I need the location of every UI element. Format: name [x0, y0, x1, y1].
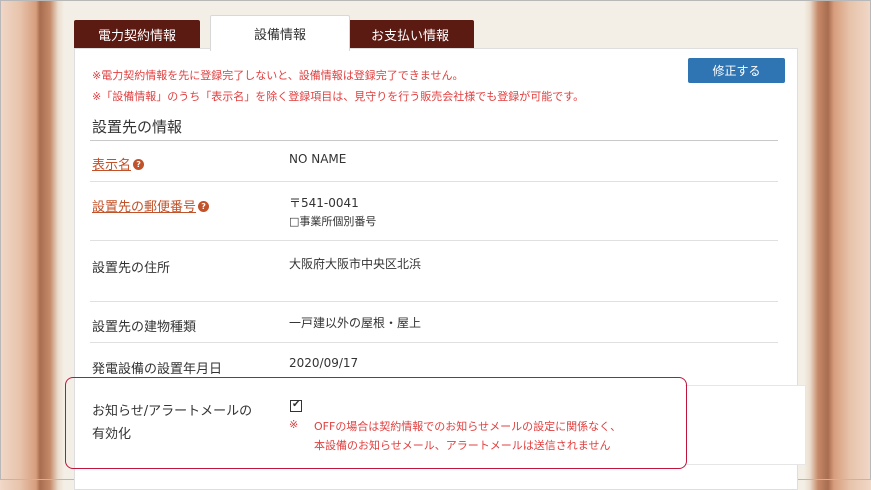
tab-contract-info[interactable]: 電力契約情報 [74, 20, 200, 48]
help-icon[interactable]: ? [198, 201, 210, 212]
install-date-value: 2020/09/17 [289, 356, 359, 370]
alert-mail-checkbox[interactable]: ✔ [290, 399, 302, 412]
alert-mail-note-mark: ※ [289, 418, 299, 431]
alert-mail-label-line2: 有効化 [92, 427, 132, 442]
business-postal-code-checkbox-label: □事業所個別番号 [289, 215, 377, 228]
tab-payment-info[interactable]: お支払い情報 [346, 20, 474, 48]
address-value: 大阪府大阪市中央区北浜 [289, 257, 422, 271]
section-divider [90, 140, 778, 141]
row-continuation [685, 385, 806, 465]
display-name-label[interactable]: 表示名? [92, 154, 145, 173]
section-title: 設置先の情報 [92, 118, 183, 136]
alert-mail-note-line2: 本設備のお知らせメール、アラートメールは送信されません [314, 439, 611, 452]
postal-code-label[interactable]: 設置先の郵便番号? [92, 196, 210, 215]
install-date-label: 発電設備の設置年月日 [92, 362, 223, 377]
address-label: 設置先の住所 [92, 261, 171, 276]
row-divider [90, 342, 778, 343]
row-divider [90, 181, 778, 182]
alert-mail-label: お知らせ/アラートメールの [92, 404, 253, 419]
edit-button[interactable]: 修正する [688, 58, 785, 83]
notice-register-order: ※電力契約情報を先に登録完了しないと、設備情報は登録完了できません。 [92, 69, 464, 82]
notice-registrable-items: ※「設備情報」のうち「表示名」を除く登録項目は、見守りを行う販売会社様でも登録が… [92, 90, 585, 103]
tab-equipment-info[interactable]: 設備情報 [210, 15, 350, 51]
row-divider [90, 301, 778, 302]
display-name-value: NO NAME [289, 152, 347, 166]
building-type-label: 設置先の建物種類 [92, 320, 197, 335]
alert-mail-note-line1: OFFの場合は契約情報でのお知らせメールの設定に関係なく、 [314, 420, 622, 433]
row-divider [90, 240, 778, 241]
postal-code-value: 〒541-0041 [289, 196, 359, 210]
check-icon: ✔ [292, 399, 301, 410]
building-type-value: 一戸建以外の屋根・屋上 [289, 316, 422, 330]
help-icon[interactable]: ? [133, 159, 145, 170]
